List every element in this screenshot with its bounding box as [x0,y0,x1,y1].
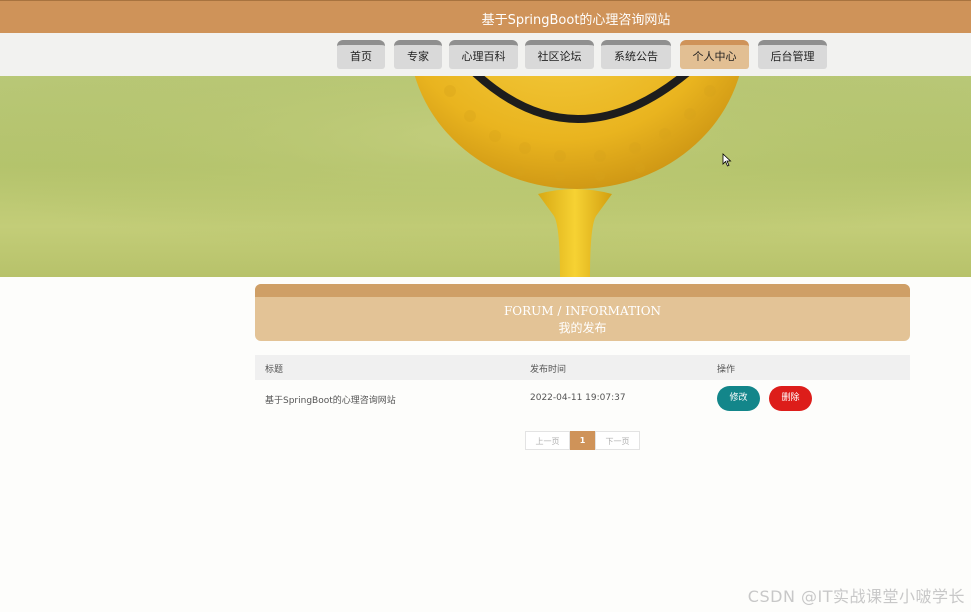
post-title-cell[interactable]: 基于SpringBoot的心理咨询网站 [265,393,396,406]
nav-item-psychology-wiki[interactable]: 心理百科 [449,40,518,69]
nav-item-personal-center[interactable]: 个人中心 [680,40,749,69]
section-title-chinese: 我的发布 [558,321,607,335]
edit-button[interactable]: 修改 [717,386,760,411]
column-header-publish-time: 发布时间 [530,365,567,375]
top-header-bar: 基于SpringBoot的心理咨询网站 [0,0,971,33]
pagination-current-page[interactable]: 1 [570,431,595,450]
nav-item-community-forum[interactable]: 社区论坛 [525,40,594,69]
post-time-cell: 2022-04-11 19:07:37 [530,393,626,403]
header-accent-strip [255,284,910,297]
pagination-prev-button[interactable]: 上一页 [525,431,570,450]
nav-item-system-announcements[interactable]: 系统公告 [601,40,671,69]
table-row: 基于SpringBoot的心理咨询网站 2022-04-11 19:07:37 … [255,380,910,418]
csdn-watermark: CSDN @IT实战课堂小啵学长 [747,587,965,606]
delete-button[interactable]: 删除 [769,386,812,411]
mouse-pointer-icon [722,153,732,167]
pagination-next-button[interactable]: 下一页 [595,431,640,450]
hero-banner-image [0,76,971,277]
section-title-english: FORUM / INFORMATION [503,304,662,318]
nav-item-home[interactable]: 首页 [337,40,385,69]
nav-item-experts[interactable]: 专家 [394,40,442,69]
nav-item-admin[interactable]: 后台管理 [758,40,827,69]
column-header-actions: 操作 [717,365,736,375]
site-title: 基于SpringBoot的心理咨询网站 [481,13,671,28]
posts-table-header: 标题 发布时间 操作 [255,355,910,380]
forum-section-header: FORUM / INFORMATION 我的发布 [255,284,910,341]
smiley-golf-ball-illustration [0,76,971,277]
main-navigation: 首页 专家 心理百科 社区论坛 系统公告 个人中心 后台管理 [0,33,971,76]
column-header-title: 标题 [265,365,284,375]
